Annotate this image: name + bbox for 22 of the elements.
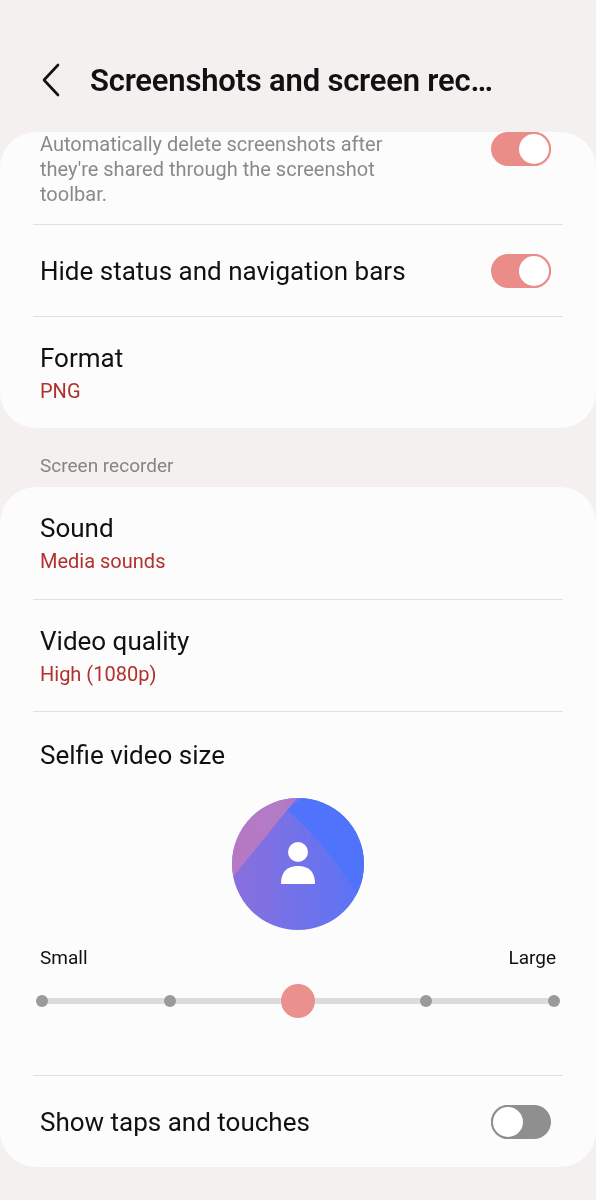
setting-title: Selfie video size: [39, 740, 227, 770]
slider-tick: [420, 995, 432, 1007]
setting-description: Automatically delete screenshots after they're shared through the screenshot toolbar.: [40, 132, 384, 207]
slider-tick: [36, 995, 48, 1007]
slider-tick: [548, 995, 560, 1007]
max-label: Large: [508, 946, 556, 969]
setting-title[interactable]: Sound: [40, 513, 556, 543]
setting-title[interactable]: Video quality: [40, 625, 556, 656]
slider-thumb[interactable]: [281, 984, 315, 1018]
section-heading: Screen recorder: [39, 453, 175, 479]
setting-value: High (1080p): [40, 661, 158, 686]
setting-title: Show taps and touches: [40, 1106, 311, 1137]
setting-value: Media sounds: [40, 549, 167, 573]
setting-value: PNG: [40, 378, 82, 403]
slider-tick: [164, 995, 176, 1007]
page-title: Screenshots and screen rec…: [90, 61, 493, 99]
toggle-switch[interactable]: [491, 1104, 551, 1139]
toggle-switch[interactable]: [491, 253, 551, 288]
min-label: Small: [40, 946, 88, 969]
toggle-switch[interactable]: [491, 132, 551, 166]
setting-title[interactable]: Format: [40, 342, 556, 373]
setting-title: Hide status and navigation bars: [40, 255, 407, 286]
